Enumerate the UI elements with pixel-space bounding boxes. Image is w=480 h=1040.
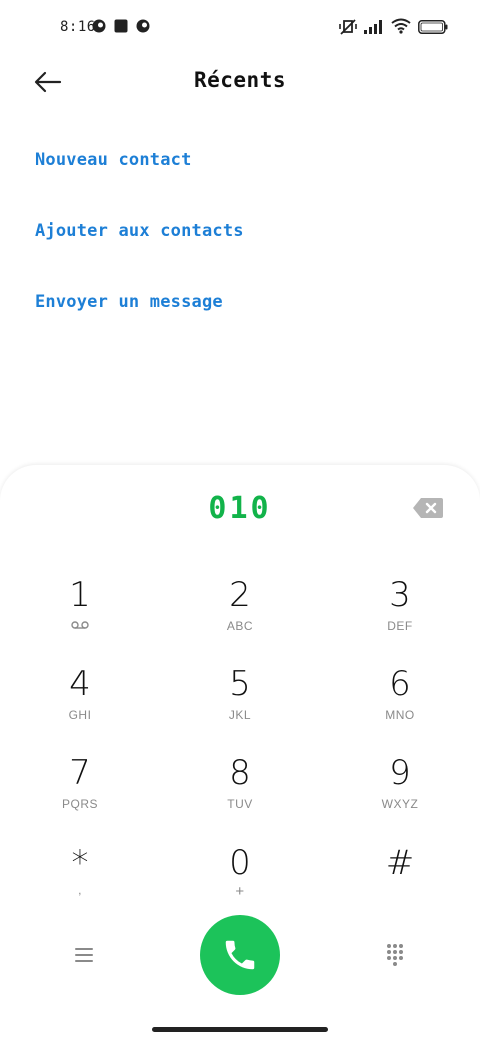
- key-digit: #: [385, 843, 415, 883]
- key-5[interactable]: 5 JKL: [180, 664, 300, 744]
- send-message-link[interactable]: Envoyer un message: [35, 292, 223, 312]
- key-6[interactable]: 6 MNO: [340, 664, 460, 744]
- key-digit: *: [71, 843, 89, 883]
- key-digit: 2: [229, 575, 251, 615]
- backspace-icon[interactable]: [412, 497, 444, 519]
- menu-icon[interactable]: [74, 946, 94, 964]
- key-digit: 3: [389, 575, 411, 615]
- page-title: Récents: [193, 68, 286, 92]
- key-7[interactable]: 7 PQRS: [20, 753, 140, 833]
- new-contact-link[interactable]: Nouveau contact: [35, 150, 192, 170]
- call-button[interactable]: [200, 915, 280, 995]
- notification-app-icon: [92, 19, 106, 33]
- key-letters: JKL: [228, 708, 252, 722]
- key-letters: ,: [78, 883, 82, 897]
- key-digit: 4: [69, 664, 91, 704]
- status-bar: 8:16: [0, 0, 480, 56]
- vibrate-off-icon: [339, 19, 357, 35]
- notification-square-icon: [114, 19, 128, 33]
- key-digit: 0: [229, 843, 251, 883]
- key-2[interactable]: 2 ABC: [180, 575, 300, 655]
- add-to-contacts-link[interactable]: Ajouter aux contacts: [35, 221, 244, 241]
- key-4[interactable]: 4 GHI: [20, 664, 140, 744]
- key-digit: 5: [229, 664, 251, 704]
- key-letters: TUV: [227, 797, 253, 811]
- wifi-icon: [391, 18, 411, 34]
- key-digit: 7: [69, 753, 91, 793]
- key-1[interactable]: 1: [20, 575, 140, 655]
- key-digit: 1: [69, 575, 91, 615]
- key-letters: ABC: [226, 619, 254, 633]
- status-time: 8:16: [60, 19, 96, 35]
- key-letters: GHI: [68, 708, 92, 722]
- key-star[interactable]: * ,: [20, 843, 140, 923]
- key-letters: +: [235, 883, 245, 900]
- key-0[interactable]: 0 +: [180, 843, 300, 923]
- notification-app-icon-2: [136, 19, 150, 33]
- key-digit: 8: [229, 753, 251, 793]
- dialpad-sheet: 010 1 2 ABC 3 DEF 4 GHI 5 JKL 6 MNO 7 PQ…: [0, 465, 480, 1040]
- dialpad-grid-icon[interactable]: [386, 943, 404, 967]
- phone-icon: [225, 940, 255, 970]
- signal-icon: [364, 20, 382, 34]
- key-digit: 9: [389, 753, 411, 793]
- key-letters: WXYZ: [381, 797, 419, 811]
- key-letters: DEF: [387, 619, 413, 633]
- key-letters: PQRS: [61, 797, 98, 811]
- key-3[interactable]: 3 DEF: [340, 575, 460, 655]
- key-9[interactable]: 9 WXYZ: [340, 753, 460, 833]
- dialed-number: 010: [208, 491, 272, 526]
- battery-icon: [418, 20, 448, 34]
- key-digit: 6: [389, 664, 411, 704]
- key-hash[interactable]: #: [340, 843, 460, 923]
- home-indicator[interactable]: [152, 1027, 328, 1032]
- key-letters: MNO: [385, 708, 415, 722]
- key-8[interactable]: 8 TUV: [180, 753, 300, 833]
- voicemail-icon: [71, 621, 89, 629]
